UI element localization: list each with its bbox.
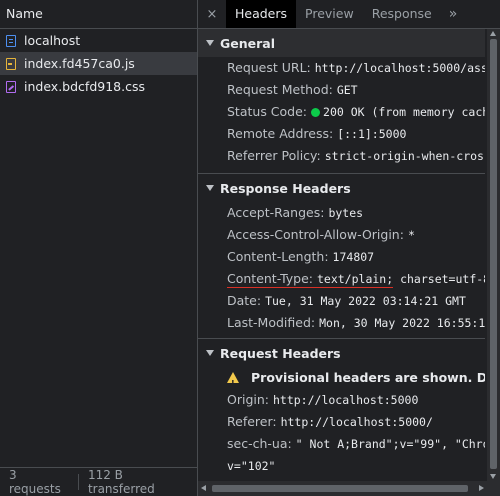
- request-headers-header[interactable]: Request Headers: [198, 339, 485, 367]
- expand-triangle-icon: [206, 350, 214, 356]
- header-value-rest: charset=utf-8: [393, 272, 485, 286]
- header-value: bytes: [328, 206, 364, 220]
- header-key: Content-Type:: [227, 271, 313, 286]
- details-tab-bar: × Headers Preview Response »: [198, 0, 500, 29]
- warning-icon: [227, 372, 239, 395]
- horizontal-scrollbar[interactable]: [198, 481, 500, 496]
- request-name: localhost: [24, 33, 81, 48]
- request-details-pane: × Headers Preview Response » General Req…: [198, 0, 500, 496]
- header-key: Accept-Ranges:: [227, 205, 325, 220]
- provisional-headers-warning: Provisional headers are shown. Disable c…: [198, 367, 485, 395]
- warning-text: Provisional headers are shown. Disable c…: [251, 370, 485, 385]
- content-length-row: Content-Length: 174807: [198, 246, 485, 268]
- headers-content: General Request URL: http://localhost:50…: [198, 29, 485, 481]
- tab-response[interactable]: Response: [363, 0, 441, 28]
- header-key: Content-Length:: [227, 249, 329, 264]
- header-key: sec-ch-ua:: [227, 436, 292, 451]
- header-value: [::1]:5000: [337, 127, 407, 141]
- request-headers-section: Request Headers Provisional headers are …: [198, 339, 485, 477]
- request-row-css[interactable]: index.bdcfd918.css: [0, 75, 197, 98]
- header-key: Date:: [227, 293, 262, 308]
- header-key: Referrer Policy:: [227, 148, 321, 163]
- request-row-js[interactable]: index.fd457ca0.js: [0, 52, 197, 75]
- header-key: Request URL:: [227, 60, 311, 75]
- vertical-scroll-thumb[interactable]: [490, 39, 497, 469]
- transferred-size: 112 B transferred: [87, 468, 155, 496]
- content-type-row: Content-Type: text/plain; charset=utf-8: [198, 268, 485, 290]
- horizontal-scroll-thumb[interactable]: [212, 485, 468, 492]
- expand-triangle-icon: [206, 185, 214, 191]
- css-file-icon: [6, 80, 16, 93]
- name-column-header[interactable]: Name: [0, 0, 197, 29]
- header-value: http://localhost:5000/: [280, 415, 433, 429]
- content-type-highlight: Content-Type: text/plain;: [227, 271, 394, 288]
- general-section-header[interactable]: General: [198, 29, 485, 57]
- response-headers-header[interactable]: Response Headers: [198, 174, 485, 202]
- section-title: Response Headers: [220, 180, 351, 196]
- request-count: 3 requests: [9, 468, 61, 496]
- last-modified-row: Last-Modified: Mon, 30 May 2022 16:55:16: [198, 312, 485, 334]
- network-request-list: Name localhost index.fd457ca0.js index.b…: [0, 0, 197, 496]
- scroll-up-icon[interactable]: [490, 31, 496, 36]
- remote-address-row: Remote Address: [::1]:5000: [198, 123, 485, 145]
- header-value: http://localhost:5000/asset: [314, 61, 485, 75]
- general-section: General Request URL: http://localhost:50…: [198, 29, 485, 174]
- header-value: GET: [336, 83, 358, 97]
- request-row-localhost[interactable]: localhost: [0, 29, 197, 52]
- tab-preview[interactable]: Preview: [296, 0, 363, 28]
- accept-ranges-row: Accept-Ranges: bytes: [198, 202, 485, 224]
- close-icon[interactable]: ×: [198, 7, 226, 22]
- more-tabs-icon[interactable]: »: [441, 6, 466, 22]
- js-file-icon: [6, 57, 16, 70]
- header-value: http://localhost:5000: [272, 393, 419, 407]
- header-value: text/plain;: [316, 272, 394, 286]
- status-ok-icon: [311, 108, 321, 117]
- header-value: Mon, 30 May 2022 16:55:16: [319, 316, 485, 330]
- section-title: General: [220, 35, 275, 51]
- document-icon: [6, 34, 16, 47]
- sec-ch-ua-continuation: v="102": [198, 455, 485, 477]
- header-key: Referer:: [227, 414, 277, 429]
- scroll-right-icon[interactable]: [479, 485, 484, 491]
- section-title: Request Headers: [220, 345, 341, 361]
- request-url-row: Request URL: http://localhost:5000/asset: [198, 57, 485, 79]
- status-bar: 3 requests 112 B transferred: [0, 467, 197, 496]
- header-value: 174807: [332, 250, 375, 264]
- response-headers-section: Response Headers Accept-Ranges: bytes Ac…: [198, 174, 485, 339]
- tab-headers[interactable]: Headers: [226, 0, 297, 28]
- status-code-row: Status Code: 200 OK (from memory cache: [198, 101, 485, 123]
- request-name: index.bdcfd918.css: [24, 79, 145, 94]
- header-value: v="102": [227, 459, 276, 473]
- expand-triangle-icon: [206, 40, 214, 46]
- header-key: Access-Control-Allow-Origin:: [227, 227, 404, 242]
- header-key: Last-Modified:: [227, 315, 316, 330]
- header-value: strict-origin-when-cross-o: [324, 149, 485, 163]
- referer-row: Referer: http://localhost:5000/: [198, 411, 485, 433]
- sec-ch-ua-row: sec-ch-ua: " Not A;Brand";v="99", "Chrom: [198, 433, 485, 455]
- date-row: Date: Tue, 31 May 2022 03:14:21 GMT: [198, 290, 485, 312]
- header-value: *: [407, 228, 415, 242]
- origin-row: Origin: http://localhost:5000: [198, 389, 485, 411]
- scroll-left-icon[interactable]: [201, 485, 206, 491]
- header-value: " Not A;Brand";v="99", "Chrom: [295, 437, 485, 451]
- acao-row: Access-Control-Allow-Origin: *: [198, 224, 485, 246]
- header-key: Status Code:: [227, 104, 308, 119]
- header-value: Tue, 31 May 2022 03:14:21 GMT: [265, 294, 466, 308]
- scroll-down-icon[interactable]: [490, 474, 496, 479]
- header-key: Request Method:: [227, 82, 333, 97]
- referrer-policy-row: Referrer Policy: strict-origin-when-cros…: [198, 145, 485, 167]
- header-key: Remote Address:: [227, 126, 334, 141]
- vertical-scrollbar[interactable]: [487, 29, 500, 481]
- request-method-row: Request Method: GET: [198, 79, 485, 101]
- header-value: 200 OK (from memory cache: [323, 105, 485, 119]
- request-name: index.fd457ca0.js: [24, 56, 135, 71]
